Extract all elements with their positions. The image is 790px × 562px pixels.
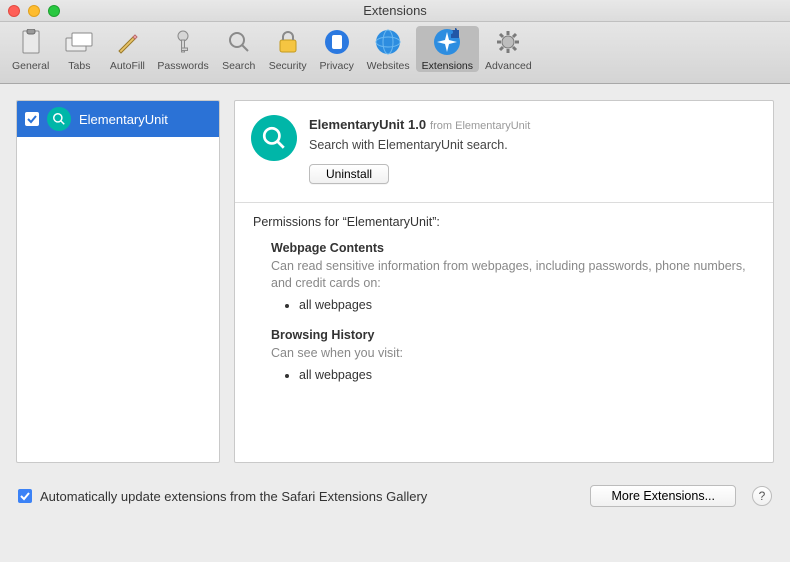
privacy-icon [319,26,355,58]
tab-advanced[interactable]: Advanced [479,26,538,72]
tab-label: Tabs [68,60,90,72]
search-icon [221,26,257,58]
tab-label: Privacy [319,60,353,72]
tab-tabs[interactable]: Tabs [55,26,103,72]
security-icon [270,26,306,58]
tab-autofill[interactable]: AutoFill [103,26,151,72]
tab-passwords[interactable]: Passwords [151,26,214,72]
extension-name: ElementaryUnit [79,112,168,127]
permission-item: all webpages [299,368,755,382]
footer: Automatically update extensions from the… [0,479,790,513]
extension-description: Search with ElementaryUnit search. [309,138,530,152]
general-icon [13,26,49,58]
title-bar: Extensions [0,0,790,22]
detail-header: ElementaryUnit 1.0 from ElementaryUnit Se… [235,101,773,202]
permissions-section: Permissions for “ElementaryUnit”: Webpag… [235,203,773,410]
extension-enabled-checkbox[interactable] [25,112,39,126]
extensions-icon [429,26,465,58]
extension-large-icon [251,115,297,161]
tab-label: Security [269,60,307,72]
extension-name-version: ElementaryUnit 1.0 [309,117,426,132]
extension-icon [47,107,71,131]
tab-privacy[interactable]: Privacy [313,26,361,72]
tab-security[interactable]: Security [263,26,313,72]
tab-general[interactable]: General [6,26,55,72]
uninstall-button[interactable]: Uninstall [309,164,389,184]
window-title: Extensions [0,3,790,18]
permission-desc: Can see when you visit: [271,345,755,362]
auto-update-checkbox[interactable] [18,489,32,503]
extension-detail-pane: ElementaryUnit 1.0 from ElementaryUnit Se… [234,100,774,463]
websites-icon [370,26,406,58]
tab-extensions[interactable]: Extensions [416,26,479,72]
tab-label: AutoFill [110,60,145,72]
passwords-icon [165,26,201,58]
tab-label: General [12,60,49,72]
tab-label: Websites [367,60,410,72]
tab-label: Passwords [157,60,208,72]
permission-name: Webpage Contents [271,241,755,255]
auto-update-label: Automatically update extensions from the… [40,489,582,504]
permission-group-browsing-history: Browsing History Can see when you visit:… [271,328,755,382]
permission-desc: Can read sensitive information from webp… [271,258,755,292]
tab-label: Search [222,60,255,72]
more-extensions-button[interactable]: More Extensions... [590,485,736,507]
permission-group-webpage-contents: Webpage Contents Can read sensitive info… [271,241,755,312]
autofill-icon [109,26,145,58]
tab-label: Advanced [485,60,532,72]
advanced-icon [490,26,526,58]
permission-name: Browsing History [271,328,755,342]
permission-item: all webpages [299,298,755,312]
tab-websites[interactable]: Websites [361,26,416,72]
tab-search[interactable]: Search [215,26,263,72]
detail-header-text: ElementaryUnit 1.0 from ElementaryUnit Se… [309,115,530,184]
content-area: ElementaryUnit ElementaryUnit 1.0 from El… [0,84,790,479]
sidebar-item-elementaryunit[interactable]: ElementaryUnit [17,101,219,137]
tab-label: Extensions [422,60,473,72]
extension-from: from ElementaryUnit [430,120,530,132]
preferences-toolbar: General Tabs AutoFill Passwords Search S… [0,22,790,84]
tabs-icon [61,26,97,58]
extension-title: ElementaryUnit 1.0 from ElementaryUnit [309,117,530,132]
extensions-sidebar: ElementaryUnit [16,100,220,463]
permissions-heading: Permissions for “ElementaryUnit”: [253,215,755,229]
help-button[interactable]: ? [752,486,772,506]
